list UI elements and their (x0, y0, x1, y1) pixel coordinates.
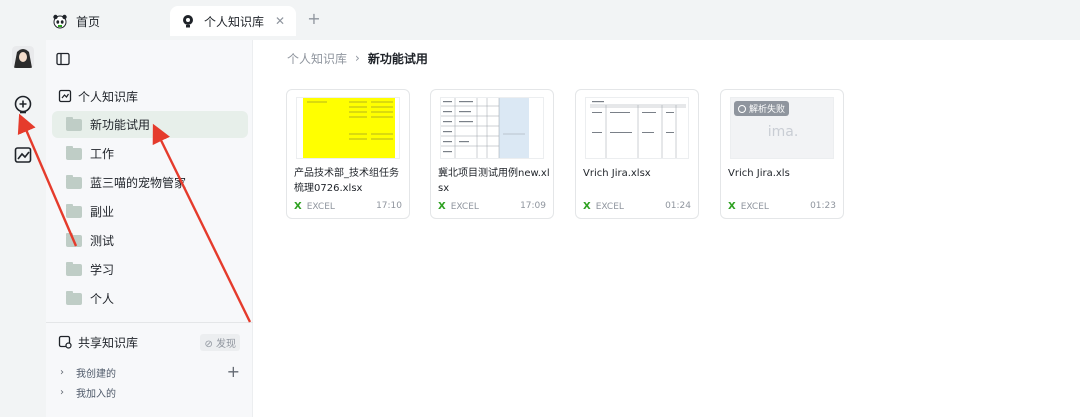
folder-icon (66, 145, 82, 160)
sidebar-toggle-icon[interactable] (56, 52, 70, 66)
file-name: Vrich Jira.xlsx (583, 168, 651, 179)
sidebar-folder-personal[interactable]: 个人 (52, 285, 248, 312)
personal-kb-title: 个人知识库 (78, 89, 139, 104)
file-type: X EXCEL (728, 201, 769, 212)
personal-kb-header[interactable]: 个人知识库 (58, 86, 138, 106)
my-joined-label: 我加入的 (76, 388, 116, 400)
panda-icon (52, 13, 68, 29)
excel-icon: X (583, 201, 591, 212)
discover-button[interactable]: ⊘ 发现 (200, 334, 240, 351)
file-name: 冀北项目测试用例new.xlsx (438, 168, 550, 194)
parse-failed-badge: 解析失败 (734, 101, 790, 116)
shared-kb-icon (58, 335, 72, 349)
file-type-label: EXCEL (595, 201, 624, 212)
excel-icon: X (438, 201, 446, 212)
file-type-label: EXCEL (740, 201, 769, 212)
file-card[interactable]: 产品技术部_技术组任务梳理0726.xlsx X EXCEL 17:10 (286, 89, 410, 219)
file-type: X EXCEL (438, 201, 479, 212)
add-tab-button[interactable]: + (306, 11, 322, 27)
file-name: Vrich Jira.xls (728, 168, 790, 179)
file-card[interactable]: Vrich Jira.xlsx X EXCEL 01:24 (575, 89, 699, 219)
breadcrumb-parent[interactable]: 个人知识库 (287, 50, 347, 67)
file-type-label: EXCEL (450, 201, 479, 212)
folder-label: 个人 (90, 292, 115, 306)
folder-icon (66, 116, 82, 131)
tab-personal-kb-label: 个人知识库 (204, 14, 265, 29)
sidebar-folder-test[interactable]: 测试 (52, 227, 248, 254)
bulb-icon (180, 13, 196, 29)
left-rail (0, 40, 46, 417)
file-type: X EXCEL (583, 201, 624, 212)
tab-personal-kb[interactable]: 个人知识库 ✕ (170, 6, 296, 36)
excel-icon: X (728, 201, 736, 212)
file-thumbnail (296, 97, 400, 159)
file-time: 01:23 (810, 201, 836, 211)
shared-kb-title: 共享知识库 (78, 335, 139, 350)
folder-icon (66, 174, 82, 189)
file-thumbnail (585, 97, 689, 159)
shared-kb-header[interactable]: 共享知识库 (58, 332, 138, 352)
file-time: 17:09 (520, 201, 546, 211)
folder-label: 蓝三喵的宠物管家 (90, 176, 187, 190)
sidebar: 个人知识库 新功能试用 工作 蓝三喵的宠物管家 副业 测试 学习 个人 共享知识… (46, 40, 253, 417)
sidebar-folder-work[interactable]: 工作 (52, 140, 248, 167)
tab-home[interactable]: 首页 (52, 6, 164, 36)
my-joined-item[interactable]: › 我加入的 (60, 384, 116, 400)
file-thumbnail: 解析失败 ima. (730, 97, 834, 159)
chevron-right-icon: › (60, 366, 64, 378)
tab-home-label: 首页 (76, 14, 101, 29)
my-created-item[interactable]: › 我创建的 (60, 364, 116, 380)
avatar[interactable] (12, 46, 34, 68)
excel-icon: X (294, 201, 302, 212)
my-created-label: 我创建的 (76, 368, 116, 380)
file-time: 17:10 (376, 201, 402, 211)
folder-icon (66, 290, 82, 305)
sidebar-folder-study[interactable]: 学习 (52, 256, 248, 283)
folder-label: 学习 (90, 263, 115, 277)
file-thumbnail (440, 97, 544, 159)
knowledge-base-icon[interactable] (13, 145, 33, 165)
sidebar-folder-new-feature[interactable]: 新功能试用 (52, 111, 248, 138)
folder-icon (66, 203, 82, 218)
parse-failed-label: 解析失败 (749, 105, 786, 115)
folder-icon (66, 261, 82, 276)
add-icon[interactable]: + (227, 364, 240, 380)
file-type: X EXCEL (294, 201, 335, 212)
folder-label: 工作 (90, 147, 115, 161)
sidebar-divider (46, 322, 253, 323)
sidebar-folder-side[interactable]: 副业 (52, 198, 248, 225)
sidebar-folder-pet[interactable]: 蓝三喵的宠物管家 (52, 169, 248, 196)
create-icon[interactable] (13, 95, 33, 115)
warning-icon (738, 104, 746, 113)
folder-label: 测试 (90, 234, 115, 248)
tab-bar: 首页 个人知识库 ✕ + (0, 0, 1080, 40)
close-icon[interactable]: ✕ (272, 13, 288, 29)
chevron-right-icon: › (60, 386, 64, 398)
breadcrumb-separator: › (355, 51, 360, 65)
file-card[interactable]: 冀北项目测试用例new.xlsx X EXCEL 17:09 (430, 89, 554, 219)
file-type-label: EXCEL (306, 201, 335, 212)
personal-kb-icon (58, 89, 72, 103)
file-card[interactable]: 解析失败 ima. Vrich Jira.xls X EXCEL 01:23 (720, 89, 844, 219)
breadcrumb: 个人知识库 › 新功能试用 (287, 50, 428, 66)
folder-icon (66, 232, 82, 247)
file-time: 01:24 (665, 201, 691, 211)
ima-logo: ima. (767, 124, 799, 140)
folder-label: 副业 (90, 205, 115, 219)
breadcrumb-current: 新功能试用 (367, 51, 428, 66)
file-name: 产品技术部_技术组任务梳理0726.xlsx (294, 168, 399, 194)
folder-label: 新功能试用 (90, 118, 151, 132)
